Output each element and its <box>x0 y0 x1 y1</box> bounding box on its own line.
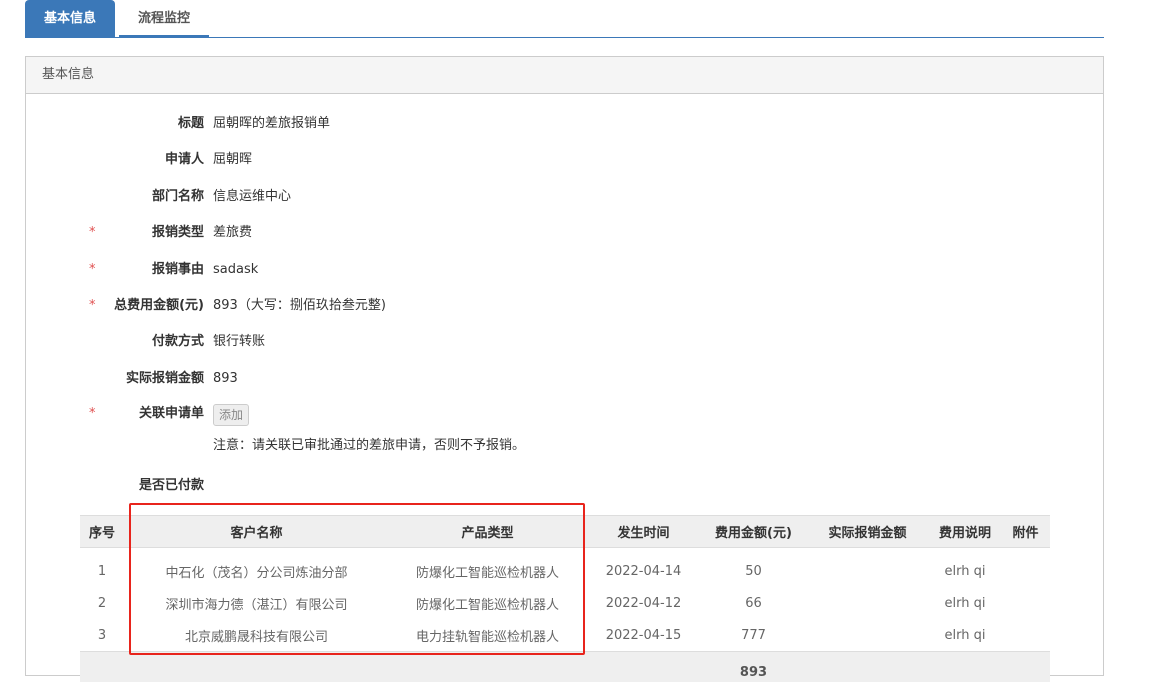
total-row: 893 <box>80 651 1050 682</box>
form-label: 报销类型 <box>151 225 204 241</box>
table-cell: 66 <box>745 596 762 611</box>
column-header: 产品类型 <box>389 515 586 548</box>
form-value: 银行转账 <box>213 334 266 350</box>
form-row: 申请人 屈朝晖 <box>26 150 926 170</box>
total-amount: 893 <box>701 651 806 682</box>
form-label: 总费用金额(元) <box>114 298 204 313</box>
table-cell: elrh qi <box>944 564 986 580</box>
column-header: 费用金额(元) <box>701 515 806 548</box>
table-cell <box>806 588 929 620</box>
column-header: 序号 <box>80 515 124 548</box>
column-header: 发生时间 <box>586 515 701 548</box>
table-cell: 1 <box>97 564 107 580</box>
table-cell: 50 <box>745 564 762 580</box>
column-header: 费用说明 <box>929 515 1001 548</box>
add-related-button[interactable]: 添加 <box>213 404 250 426</box>
required-star-icon: * <box>89 298 96 313</box>
form-row: * 报销事由 sadask <box>26 260 926 280</box>
column-header: 实际报销金额 <box>806 515 929 548</box>
table-cell: 2 <box>97 596 107 611</box>
table-cell: 电力挂轨智能巡检机器人 <box>415 629 559 645</box>
table-cell: 2022-04-14 <box>605 564 682 580</box>
column-header: 客户名称 <box>124 515 389 548</box>
table-cell: 3 <box>97 627 107 643</box>
form-label: 申请人 <box>164 152 204 168</box>
panel-title: 基本信息 <box>26 57 1103 94</box>
table-cell: 2022-04-15 <box>605 627 682 643</box>
table-cell: 2022-04-12 <box>605 596 682 611</box>
table-cell: 中石化（茂名）分公司炼油分部 <box>165 566 348 582</box>
related-note: 注意：请关联已审批通过的差旅申请，否则不予报销。 <box>26 436 926 456</box>
form-value: 893 <box>213 370 238 386</box>
table-cell <box>1001 548 1050 588</box>
column-header: 附件 <box>1001 515 1050 548</box>
form-row: 实际报销金额 893 <box>26 369 926 389</box>
form-value: 屈朝晖 <box>213 152 253 168</box>
expense-table: 序号 客户名称 产品类型 发生时间 费用金额(元) 实际报销金额 费用说明 附件 1 中石化（茂… <box>80 515 1050 682</box>
form-value: 893（大写：捌佰玖拾叁元整) <box>213 298 386 313</box>
form-label: 付款方式 <box>151 334 204 350</box>
form-label: 报销事由 <box>151 261 204 277</box>
required-star-icon: * <box>89 261 96 277</box>
table-row: 3 北京威鹏晟科技有限公司 电力挂轨智能巡检机器人 2022-04-15 777 elrh… <box>80 620 1050 652</box>
form-value: sadask <box>213 261 259 277</box>
table-cell: 777 <box>741 627 766 643</box>
form-row: 付款方式 银行转账 <box>26 332 926 352</box>
table-cell <box>806 548 929 588</box>
form-row: 部门名称 信息运维中心 <box>26 187 926 207</box>
form-row: * 报销类型 差旅费 <box>26 223 926 243</box>
note-text: 注意：请关联已审批通过的差旅申请，否则不予报销。 <box>213 438 526 453</box>
basic-info-panel: 基本信息 标题 屈朝晖的差旅报销单 申请人 屈朝晖 部门名称 信息运维中心 * 报销类型 差旅费… <box>25 56 1104 682</box>
table-row: 2 深圳市海力德（湛江）有限公司 防爆化工智能巡检机器人 2022-04-12 66 el… <box>80 588 1050 620</box>
form-label: 关联申请单 <box>138 406 204 421</box>
form-label: 是否已付款 <box>138 478 204 493</box>
tab-bar: 基本信息 流程监控 <box>25 0 1104 38</box>
form-row: * 总费用金额(元) 893（大写：捌佰玖拾叁元整) <box>26 296 926 316</box>
form-label: 部门名称 <box>151 188 204 204</box>
table-cell: elrh qi <box>944 627 986 643</box>
form-row-related: * 关联申请单 添加 <box>26 404 926 426</box>
form-value: 信息运维中心 <box>213 188 292 204</box>
table-cell: 防爆化工智能巡检机器人 <box>415 598 559 613</box>
form-value: 差旅费 <box>213 225 253 241</box>
form-value: 屈朝晖的差旅报销单 <box>213 116 331 131</box>
table-cell <box>1001 620 1050 652</box>
table-cell <box>1001 588 1050 620</box>
table-row: 1 中石化（茂名）分公司炼油分部 防爆化工智能巡检机器人 2022-04-14 50 el… <box>80 548 1050 588</box>
tab-process-monitor[interactable]: 流程监控 <box>119 0 209 37</box>
form-label: 标题 <box>177 116 204 131</box>
form-row-paid: 是否已付款 <box>26 476 926 496</box>
table-cell: 深圳市海力德（湛江）有限公司 <box>165 598 348 613</box>
table-cell: elrh qi <box>944 596 986 611</box>
required-star-icon: * <box>89 225 96 241</box>
required-star-icon: * <box>89 406 96 421</box>
form-label: 实际报销金额 <box>125 370 204 386</box>
form-row: 标题 屈朝晖的差旅报销单 <box>26 114 926 134</box>
table-cell: 防爆化工智能巡检机器人 <box>415 566 559 582</box>
table-cell: 北京威鹏晟科技有限公司 <box>184 629 328 645</box>
table-cell <box>806 620 929 652</box>
tab-basic-info[interactable]: 基本信息 <box>25 0 115 37</box>
